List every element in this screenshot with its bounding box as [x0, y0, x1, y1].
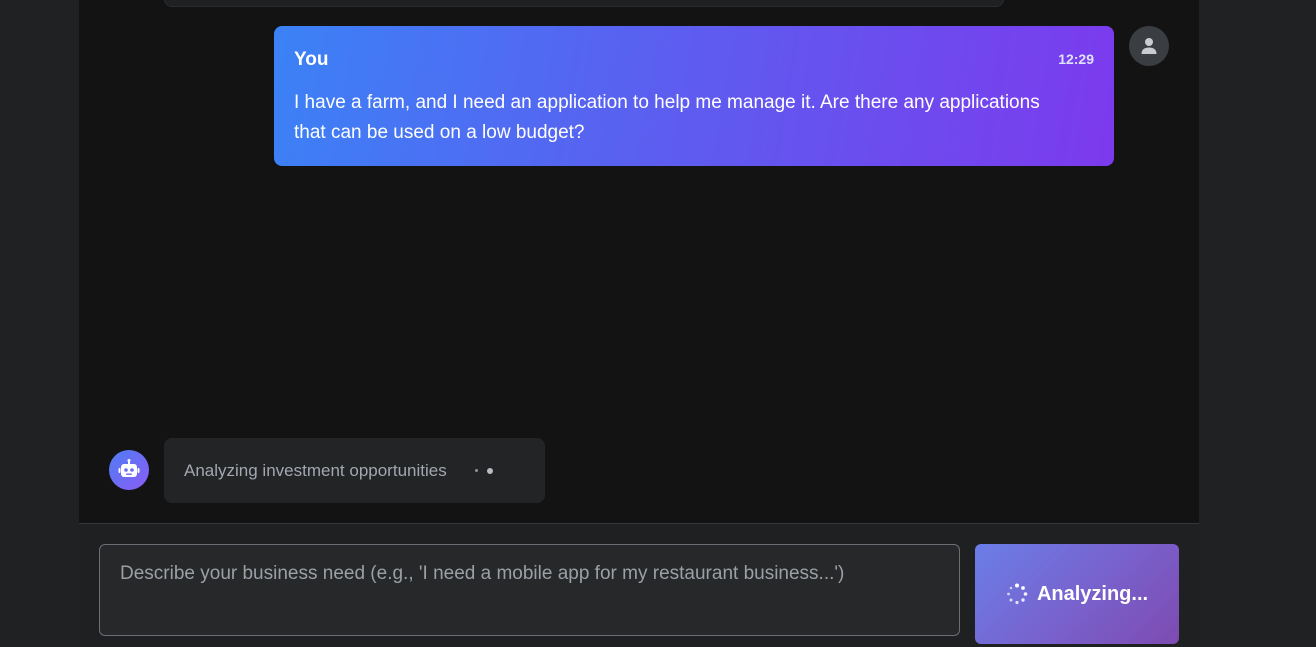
user-avatar: [1129, 26, 1169, 66]
composer-area: Analyzing...: [79, 524, 1199, 647]
robot-icon: [118, 459, 140, 477]
typing-dot: [474, 469, 478, 472]
user-icon: [1141, 38, 1157, 54]
spinner-icon: [1007, 583, 1028, 605]
typing-dot: [486, 467, 493, 474]
bot-status-bubble: Analyzing investment opportunities: [164, 438, 545, 503]
bot-avatar: [109, 450, 149, 490]
typing-indicator: [474, 467, 493, 474]
chat-messages-area[interactable]: You 12:29 I have a farm, and I need an a…: [79, 0, 1199, 523]
business-need-input[interactable]: [99, 544, 960, 636]
message-timestamp: 12:29: [1058, 51, 1094, 67]
message-sender: You: [294, 49, 329, 70]
bot-status-text: Analyzing investment opportunities: [184, 460, 447, 480]
analyze-button-label: Analyzing...: [1036, 582, 1149, 605]
user-message-bubble: You 12:29 I have a farm, and I need an a…: [274, 26, 1114, 166]
message-text: I have a farm, and I need an application…: [294, 92, 1040, 143]
previous-message-card: [164, 0, 1004, 7]
left-margin: [0, 0, 79, 647]
right-margin: [1199, 0, 1316, 647]
analyze-button[interactable]: Analyzing...: [975, 544, 1179, 644]
